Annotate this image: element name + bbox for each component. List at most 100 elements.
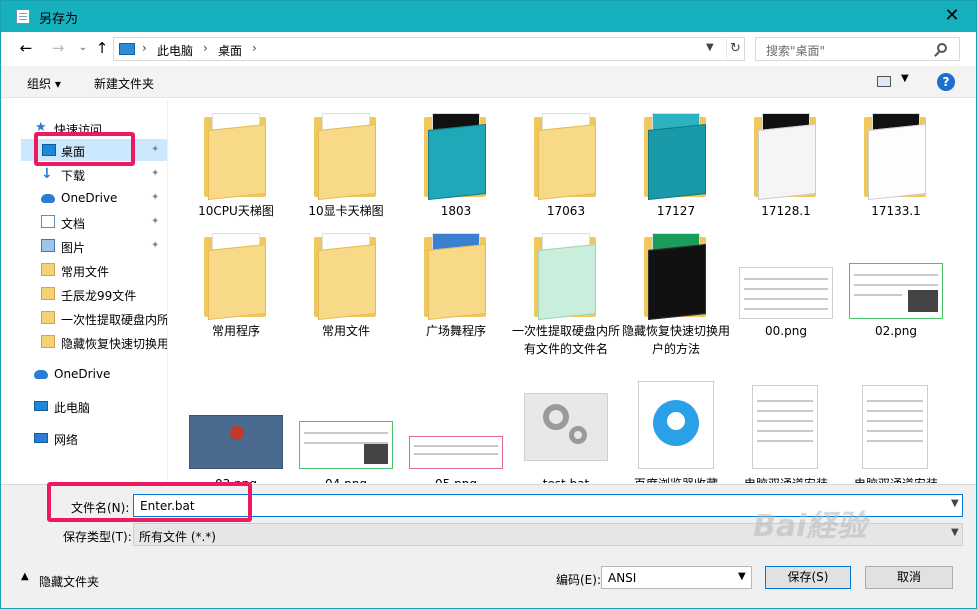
sidebar-item-common-files[interactable]: 常用文件: [1, 259, 167, 281]
file-item[interactable]: 隐藏恢复快速切换用户的方法: [622, 233, 730, 363]
chevron-down-icon[interactable]: ▼: [951, 498, 959, 509]
sidebar-item-documents[interactable]: 文档 ✦: [1, 211, 167, 233]
sidebar-item-pictures[interactable]: 图片 ✦: [1, 235, 167, 257]
file-item[interactable]: 1803: [406, 113, 506, 223]
folder-icon: [424, 113, 490, 201]
command-bar: 组织 ▾ 新建文件夹 ▼ ?: [1, 66, 976, 98]
sidebar-item-onedrive[interactable]: OneDrive ✦: [1, 187, 167, 209]
cloud-icon: [34, 370, 48, 379]
pictures-icon: [41, 239, 55, 252]
folder-icon: [41, 311, 55, 324]
chevron-down-icon[interactable]: ▼: [738, 571, 746, 582]
sidebar-item-renchen-files[interactable]: 壬辰龙99文件: [1, 283, 167, 305]
download-icon: ↓: [41, 166, 53, 182]
title-bar[interactable]: 另存为 ✕: [1, 1, 976, 32]
file-item[interactable]: 17127: [626, 113, 726, 223]
file-item[interactable]: 02.png: [846, 233, 946, 363]
view-options-icon[interactable]: [877, 76, 891, 87]
file-item[interactable]: 广场舞程序: [406, 233, 506, 363]
folder-icon: [41, 287, 55, 300]
file-item[interactable]: 常用文件: [296, 233, 396, 363]
pin-icon[interactable]: ✦: [151, 240, 159, 251]
pin-icon[interactable]: ✦: [151, 216, 159, 227]
file-item[interactable]: 17128.1: [736, 113, 836, 223]
sidebar-item-this-pc[interactable]: 此电脑: [1, 395, 167, 417]
cancel-button[interactable]: 取消: [865, 566, 953, 589]
chevron-up-icon[interactable]: ▲: [21, 571, 29, 582]
document-icon: [41, 215, 55, 228]
address-row: ← → ⌄ ↑ › 此电脑 › 桌面 › ▼ ↻ 搜索"桌面": [1, 32, 976, 66]
file-item[interactable]: 17133.1: [846, 113, 946, 223]
up-arrow-icon[interactable]: ↑: [93, 40, 111, 56]
window-title: 另存为: [39, 12, 79, 27]
search-input[interactable]: 搜索"桌面": [755, 37, 960, 61]
file-item[interactable]: 电脑双通道安装: [736, 381, 836, 483]
pin-icon[interactable]: ✦: [151, 144, 159, 155]
folder-icon: [204, 233, 270, 321]
sidebar-item-onedrive-root[interactable]: OneDrive: [1, 363, 167, 385]
file-item[interactable]: 03.png: [186, 381, 286, 483]
folder-icon: [314, 233, 380, 321]
address-dropdown-icon[interactable]: ▼: [706, 42, 714, 53]
document-icon: [862, 385, 928, 469]
save-as-dialog: 另存为 ✕ ← → ⌄ ↑ › 此电脑 › 桌面 › ▼ ↻ 搜索"桌面" 组织…: [0, 0, 977, 609]
browser-icon: [638, 381, 714, 469]
file-item[interactable]: 常用程序: [186, 233, 286, 363]
folder-icon: [424, 233, 490, 321]
file-item[interactable]: 电脑双通道安装: [846, 381, 946, 483]
network-icon: [34, 433, 48, 443]
sidebar-item-network[interactable]: 网络: [1, 427, 167, 449]
folder-icon: [41, 335, 55, 348]
folder-icon: [864, 113, 930, 201]
file-item[interactable]: 10显卡天梯图: [296, 113, 396, 223]
file-item[interactable]: 17063: [516, 113, 616, 223]
file-item[interactable]: 一次性提取硬盘内所有文件的文件名: [512, 233, 620, 363]
forward-arrow-icon[interactable]: →: [49, 40, 67, 56]
file-item[interactable]: 04.png: [296, 381, 396, 483]
gear-icon: [524, 393, 608, 461]
folder-icon: [41, 263, 55, 276]
file-type-label: 保存类型(T):: [63, 530, 132, 544]
breadcrumb-separator-icon[interactable]: ›: [252, 41, 257, 55]
file-item[interactable]: test.bat: [516, 381, 616, 483]
folder-icon: [754, 113, 820, 201]
image-thumbnail: [849, 263, 943, 319]
pin-icon[interactable]: ✦: [151, 192, 159, 203]
folder-icon: [644, 113, 710, 201]
folder-icon: [644, 233, 710, 321]
file-item[interactable]: 00.png: [736, 233, 836, 363]
breadcrumb-separator-icon[interactable]: ›: [203, 41, 208, 55]
search-icon[interactable]: [937, 43, 947, 53]
close-icon[interactable]: ✕: [941, 5, 963, 27]
folder-icon: [534, 113, 600, 201]
recent-chevron-icon[interactable]: ⌄: [74, 40, 92, 56]
refresh-icon[interactable]: ↻: [726, 39, 744, 59]
new-folder-button[interactable]: 新建文件夹: [94, 75, 154, 92]
folder-icon: [204, 113, 270, 201]
watermark-logo: Bai経验: [753, 509, 867, 544]
computer-icon: [34, 401, 48, 411]
notepad-icon: [16, 9, 30, 24]
hide-folders-button[interactable]: 隐藏文件夹: [39, 573, 99, 590]
chevron-down-icon[interactable]: ▼: [951, 527, 959, 538]
pin-icon[interactable]: ✦: [151, 168, 159, 179]
search-placeholder: 搜索"桌面": [766, 44, 826, 58]
breadcrumb-separator-icon[interactable]: ›: [142, 41, 147, 55]
address-bar[interactable]: › 此电脑 › 桌面 › ▼ ↻: [113, 37, 745, 61]
organize-menu[interactable]: 组织 ▾: [27, 75, 61, 92]
file-grid: 10CPU天梯图 10显卡天梯图 1803 17063 17127 17128.…: [169, 99, 976, 483]
save-button[interactable]: 保存(S): [765, 566, 851, 589]
sidebar-item-hide-restore[interactable]: 隐藏恢复快速切换用: [1, 331, 167, 353]
sidebar-item-downloads[interactable]: ↓ 下载 ✦: [1, 163, 167, 185]
view-dropdown-icon[interactable]: ▼: [901, 73, 909, 84]
breadcrumb-desktop[interactable]: 桌面: [218, 42, 242, 59]
file-item[interactable]: 05.png: [406, 381, 506, 483]
sidebar-item-extract-files[interactable]: 一次性提取硬盘内所: [1, 307, 167, 329]
encoding-select[interactable]: ANSI ▼: [601, 566, 752, 589]
image-thumbnail: [189, 415, 283, 469]
breadcrumb-this-pc[interactable]: 此电脑: [157, 42, 193, 59]
help-icon[interactable]: ?: [937, 73, 955, 91]
file-item[interactable]: 百度浏览器收藏: [626, 381, 726, 483]
back-arrow-icon[interactable]: ←: [17, 40, 35, 56]
file-item[interactable]: 10CPU天梯图: [186, 113, 286, 223]
